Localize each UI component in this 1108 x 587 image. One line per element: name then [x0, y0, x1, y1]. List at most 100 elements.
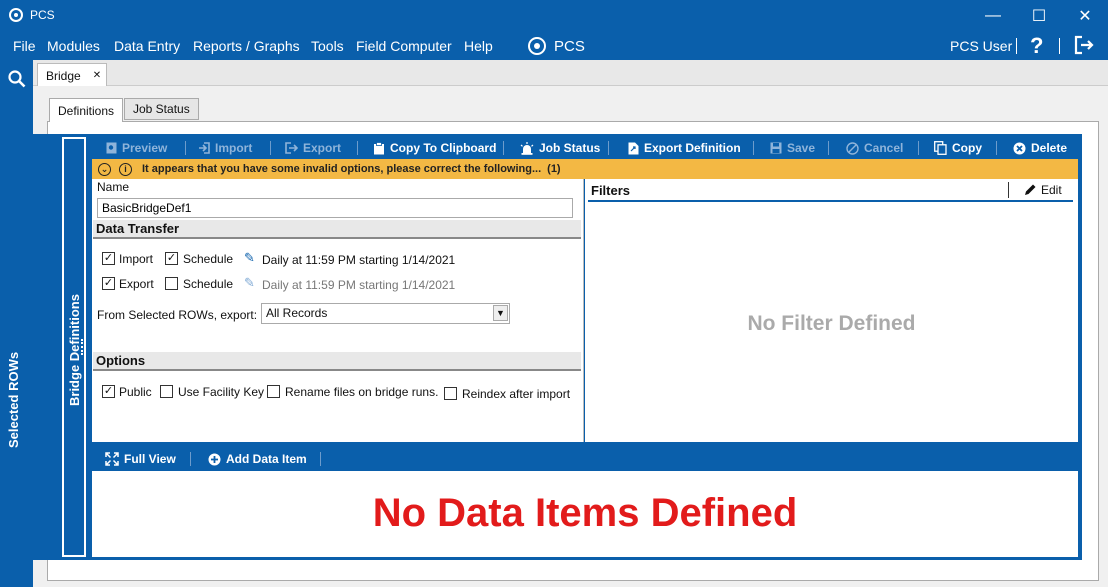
rename-files-label: Rename files on bridge runs. — [285, 385, 439, 399]
minimize-button[interactable]: — — [970, 0, 1016, 32]
collapse-chevron-icon[interactable]: ⌄ — [98, 162, 111, 176]
menu-modules[interactable]: Modules — [47, 38, 100, 54]
import-schedule-label: Schedule — [183, 252, 234, 266]
pcs-logo-label: PCS — [554, 37, 585, 55]
help-icon[interactable]: ? — [1030, 33, 1043, 59]
chevron-down-icon[interactable]: ▼ — [493, 305, 508, 321]
toolbar-separator — [357, 141, 358, 155]
edit-export-schedule-icon[interactable]: ✎ — [244, 275, 255, 291]
name-label: Name — [97, 180, 130, 194]
warning-message: It appears that you have some invalid op… — [142, 163, 542, 175]
copy-button[interactable]: Copy — [934, 141, 982, 155]
maximize-button[interactable]: ☐ — [1016, 0, 1062, 32]
toolbar-separator — [320, 452, 321, 466]
search-icon[interactable] — [8, 70, 26, 88]
reindex-label: Reindex after import — [462, 387, 571, 401]
header-separator — [1008, 182, 1009, 198]
export-records-select[interactable]: All Records ▼ — [261, 303, 510, 324]
logout-icon[interactable] — [1073, 35, 1095, 55]
export-schedule-checkbox[interactable] — [165, 277, 178, 290]
delete-icon — [1013, 142, 1026, 154]
info-icon: i — [119, 162, 132, 176]
cancel-button[interactable]: Cancel — [846, 141, 903, 155]
export-schedule-text: Daily at 11:59 PM starting 1/14/2021 — [262, 278, 456, 292]
title-bar: PCS — ☐ ✕ — [0, 0, 1108, 32]
expand-icon — [105, 452, 119, 466]
public-label: Public — [119, 385, 152, 399]
use-facility-key-label: Use Facility Key — [178, 385, 265, 399]
data-items-toolbar: Full View Add Data Item — [92, 447, 1078, 471]
window-title: PCS — [30, 8, 55, 22]
tab-job-status[interactable]: Job Status — [124, 98, 199, 120]
reindex-checkbox[interactable] — [444, 387, 457, 400]
bridge-definitions-sidebar[interactable]: Bridge Definitions — [62, 137, 86, 557]
full-view-button[interactable]: Full View — [105, 452, 176, 466]
export-button[interactable]: Export — [285, 141, 341, 155]
import-schedule-text: Daily at 11:59 PM starting 1/14/2021 — [262, 253, 456, 267]
menu-bar: File Modules Data Entry Reports / Graphs… — [0, 32, 1108, 60]
menu-reports-graphs[interactable]: Reports / Graphs — [193, 38, 300, 54]
cancel-icon — [846, 141, 859, 155]
document-export-icon — [628, 142, 639, 154]
preview-button[interactable]: Preview — [106, 141, 167, 155]
no-filter-message: No Filter Defined — [747, 312, 916, 335]
import-checkbox[interactable]: ✓ — [102, 252, 115, 265]
preview-icon — [106, 142, 117, 154]
copy-to-clipboard-button[interactable]: Copy To Clipboard — [373, 141, 496, 155]
tab-definitions[interactable]: Definitions — [49, 98, 124, 122]
bridge-definitions-label: Bridge Definitions — [67, 294, 82, 406]
selected-rows-label: Selected ROWs — [6, 351, 21, 448]
pcs-logo: PCS — [528, 37, 585, 55]
no-data-items-message: No Data Items Defined — [372, 491, 798, 535]
alarm-light-icon — [520, 141, 534, 155]
user-name[interactable]: PCS User — [950, 38, 1012, 54]
use-facility-key-checkbox[interactable] — [160, 385, 173, 398]
menu-field-computer[interactable]: Field Computer — [356, 38, 452, 54]
validation-warning-banner[interactable]: ⌄ i It appears that you have some invali… — [92, 159, 1078, 179]
toolbar-separator — [996, 141, 997, 155]
toolbar-separator — [608, 141, 609, 155]
save-icon — [770, 142, 782, 154]
import-schedule-checkbox[interactable]: ✓ — [165, 252, 178, 265]
menu-separator — [1016, 38, 1017, 54]
toolbar-separator — [918, 141, 919, 155]
menu-data-entry[interactable]: Data Entry — [114, 38, 180, 54]
export-checkbox[interactable]: ✓ — [102, 277, 115, 290]
menu-file[interactable]: File — [13, 38, 36, 54]
rename-files-checkbox[interactable] — [267, 385, 280, 398]
delete-button[interactable]: Delete — [1013, 141, 1067, 155]
toolbar-separator — [270, 141, 271, 155]
save-button[interactable]: Save — [770, 141, 815, 155]
job-status-button[interactable]: Job Status — [520, 141, 600, 155]
tab-bridge[interactable]: Bridge ✕ — [37, 63, 107, 87]
app-icon — [9, 8, 23, 22]
edit-filters-button[interactable]: Edit — [1024, 183, 1062, 197]
from-selected-label: From Selected ROWs, export: — [97, 308, 258, 322]
definition-form: Name Data Transfer ✓ Import ✓ Schedule ✎… — [92, 179, 584, 442]
clipboard-icon — [374, 141, 384, 154]
filters-header: Filters Edit — [588, 179, 1073, 202]
tab-close-icon[interactable]: ✕ — [93, 70, 101, 81]
toolbar-separator — [190, 452, 191, 466]
export-label: Export — [119, 277, 154, 291]
close-button[interactable]: ✕ — [1062, 0, 1108, 32]
data-items-area: No Data Items Defined — [92, 471, 1078, 557]
filters-panel: Filters Edit No Filter Defined — [585, 179, 1078, 442]
name-input[interactable] — [97, 198, 573, 218]
pcs-logo-icon — [528, 37, 546, 55]
import-label: Import — [119, 252, 154, 266]
filters-title: Filters — [591, 183, 631, 198]
menu-help[interactable]: Help — [464, 38, 493, 54]
export-records-value: All Records — [266, 306, 328, 320]
import-icon — [199, 142, 210, 154]
copy-icon — [934, 141, 947, 155]
add-data-item-button[interactable]: Add Data Item — [208, 452, 307, 466]
edit-import-schedule-icon[interactable]: ✎ — [244, 250, 255, 266]
export-definition-button[interactable]: Export Definition — [628, 141, 741, 155]
menu-tools[interactable]: Tools — [311, 38, 344, 54]
document-tab-strip: Bridge ✕ — [33, 60, 1108, 87]
public-checkbox[interactable]: ✓ — [102, 385, 115, 398]
import-button[interactable]: Import — [198, 141, 252, 155]
editor-toolbar: Preview Import Export Copy To Clipboard … — [92, 137, 1078, 159]
warning-count: (1) — [547, 163, 561, 175]
